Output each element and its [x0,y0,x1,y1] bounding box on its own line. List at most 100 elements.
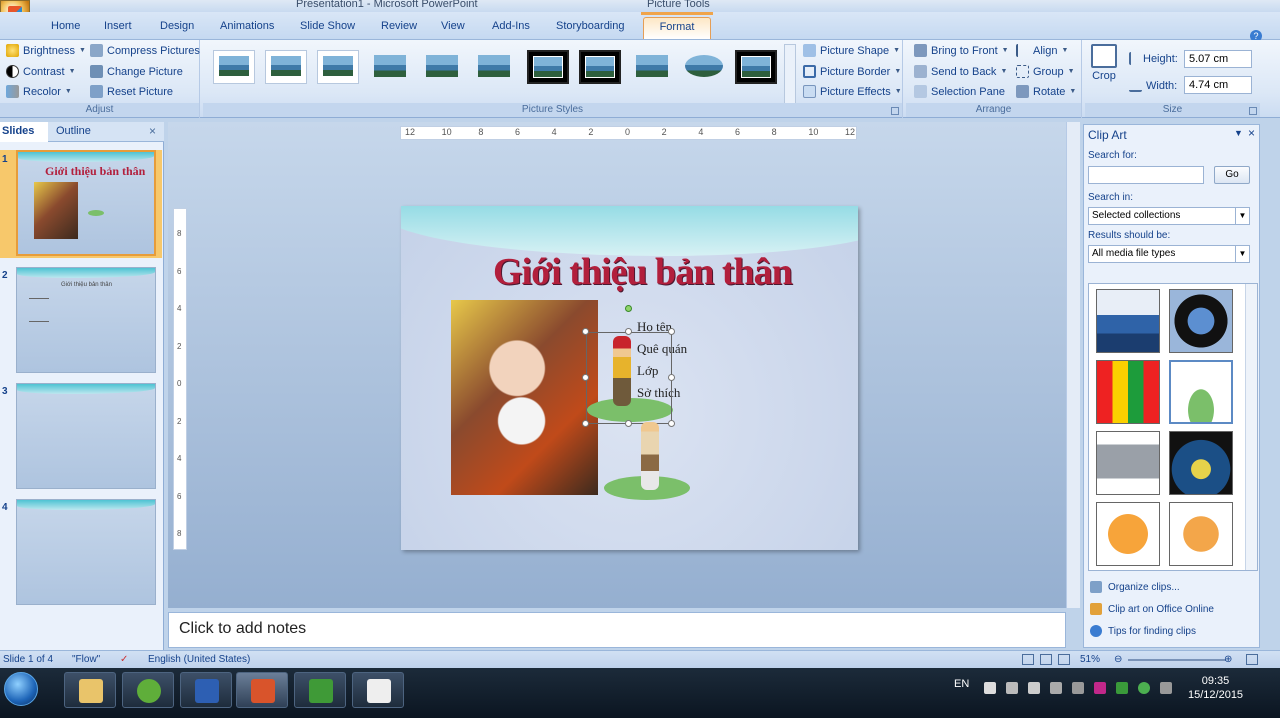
tab-design[interactable]: Design [160,20,194,32]
golfer-clipart-copy[interactable] [641,422,659,490]
tab-slides[interactable]: Slides [0,122,48,142]
clip-menorah[interactable] [1169,431,1233,495]
picture-style-3[interactable] [317,50,359,84]
group-button[interactable]: Group ▼ [1016,65,1075,78]
clip-art-online-link[interactable]: Clip art on Office Online [1108,604,1214,615]
align-button[interactable]: Align ▼ [1016,44,1068,57]
language[interactable]: English (United States) [148,654,250,665]
slide-thumbnail-3[interactable] [16,383,156,489]
zoom-out-icon[interactable]: ⊖ [1114,654,1122,665]
taskbar-word[interactable] [180,672,232,708]
clip-factory-globe[interactable] [1096,289,1160,353]
picture-style-10[interactable] [683,50,725,84]
crop-button[interactable]: Crop [1091,44,1117,82]
go-button[interactable]: Go [1214,166,1250,184]
picture-style-4[interactable] [369,50,411,84]
tab-slide-show[interactable]: Slide Show [300,20,355,32]
height-field[interactable]: 5.07 cm [1184,50,1252,68]
picture-effects-button[interactable]: Picture Effects ▼ [803,85,902,98]
close-icon[interactable]: × [149,124,156,138]
picture-style-9[interactable] [631,50,673,84]
picture-style-5[interactable] [421,50,463,84]
tray-icon[interactable] [1160,682,1172,694]
resize-handle[interactable] [625,328,632,335]
organize-clips-link[interactable]: Organize clips... [1108,582,1180,593]
tab-animations[interactable]: Animations [220,20,274,32]
picture-style-6[interactable] [473,50,515,84]
tab-insert[interactable]: Insert [104,20,132,32]
network-icon[interactable] [1050,682,1062,694]
clip-search-input[interactable] [1088,166,1204,184]
slide-title[interactable]: Giới thiệu bản thân [493,250,793,294]
picture-style-11[interactable] [735,50,777,84]
width-field[interactable]: 4.74 cm [1184,76,1252,94]
clip-computer[interactable] [1096,431,1160,495]
tray-app-icon[interactable] [1094,682,1106,694]
tab-storyboarding[interactable]: Storyboarding [556,20,625,32]
clip-clamp[interactable] [1169,502,1233,566]
fit-to-window-icon[interactable] [1246,654,1258,665]
baby-photo[interactable] [451,300,598,495]
picture-style-8[interactable] [579,50,621,84]
taskbar-explorer[interactable] [64,672,116,708]
resize-handle[interactable] [625,420,632,427]
slide-sorter-icon[interactable] [1040,654,1052,665]
resize-handle[interactable] [582,374,589,381]
tips-link[interactable]: Tips for finding clips [1108,626,1196,637]
clip-abstract-swirl[interactable] [1169,289,1233,353]
pane-menu-icon[interactable]: ▼ [1234,128,1243,138]
send-to-back-button[interactable]: Send to Back ▼ [914,65,1007,78]
clip-golfer[interactable] [1169,360,1233,424]
compress-pictures-button[interactable]: Compress Pictures [90,44,200,57]
picture-style-1[interactable] [213,50,255,84]
tab-format[interactable]: Format [643,17,711,39]
reset-picture-button[interactable]: Reset Picture [90,85,173,98]
rotate-handle[interactable] [625,305,632,312]
tray-app-icon[interactable] [1138,682,1150,694]
picture-style-7[interactable] [527,50,569,84]
resize-handle[interactable] [582,420,589,427]
tab-outline[interactable]: Outline [56,125,91,137]
tab-view[interactable]: View [441,20,465,32]
normal-view-icon[interactable] [1022,654,1034,665]
brightness-button[interactable]: Brightness ▼ [6,44,86,57]
notes-pane[interactable]: Click to add notes [168,612,1066,648]
language-indicator[interactable]: EN [954,678,969,690]
zoom-in-icon[interactable]: ⊕ [1224,654,1232,665]
slide-1[interactable]: Giới thiệu bản thân Họ tên Quê quán Lớp … [401,206,858,550]
picture-style-2[interactable] [265,50,307,84]
results-scrollbar[interactable] [1245,284,1257,570]
size-launcher[interactable] [1249,107,1257,115]
tab-review[interactable]: Review [381,20,417,32]
contrast-button[interactable]: Contrast ▼ [6,65,76,78]
zoom-level[interactable]: 51% [1080,654,1100,665]
zoom-slider[interactable] [1128,659,1226,661]
bring-to-front-button[interactable]: Bring to Front ▼ [914,44,1009,57]
tray-app-icon[interactable] [1116,682,1128,694]
resize-handle[interactable] [668,328,675,335]
start-button[interactable] [4,672,38,706]
tray-icon[interactable] [984,682,996,694]
taskbar-camtasia-studio[interactable] [294,672,346,708]
taskbar-camtasia[interactable] [122,672,174,708]
resize-handle[interactable] [668,374,675,381]
canvas-vertical-scrollbar[interactable] [1066,122,1080,608]
resize-handle[interactable] [668,420,675,427]
tray-icon[interactable] [1072,682,1084,694]
slide-thumbnail-4[interactable] [16,499,156,605]
tab-home[interactable]: Home [51,20,80,32]
clip-bar-chart-art[interactable] [1096,360,1160,424]
spell-check-icon[interactable]: ✓ [120,654,128,665]
slideshow-view-icon[interactable] [1058,654,1070,665]
search-in-select[interactable]: Selected collections ▼ [1088,207,1250,225]
taskbar-powerpoint[interactable] [236,672,288,708]
results-type-select[interactable]: All media file types ▼ [1088,245,1250,263]
close-pane-icon[interactable]: × [1248,126,1255,140]
recolor-button[interactable]: Recolor ▼ [6,85,72,98]
taskbar-camtasia-2[interactable] [352,672,404,708]
gallery-scroll[interactable] [784,44,796,104]
picture-shape-button[interactable]: Picture Shape ▼ [803,44,900,57]
picture-styles-launcher[interactable] [891,107,899,115]
slide-thumbnail-1[interactable]: Giới thiệu bản thân [16,150,156,256]
clip-cartoon-face[interactable] [1096,502,1160,566]
